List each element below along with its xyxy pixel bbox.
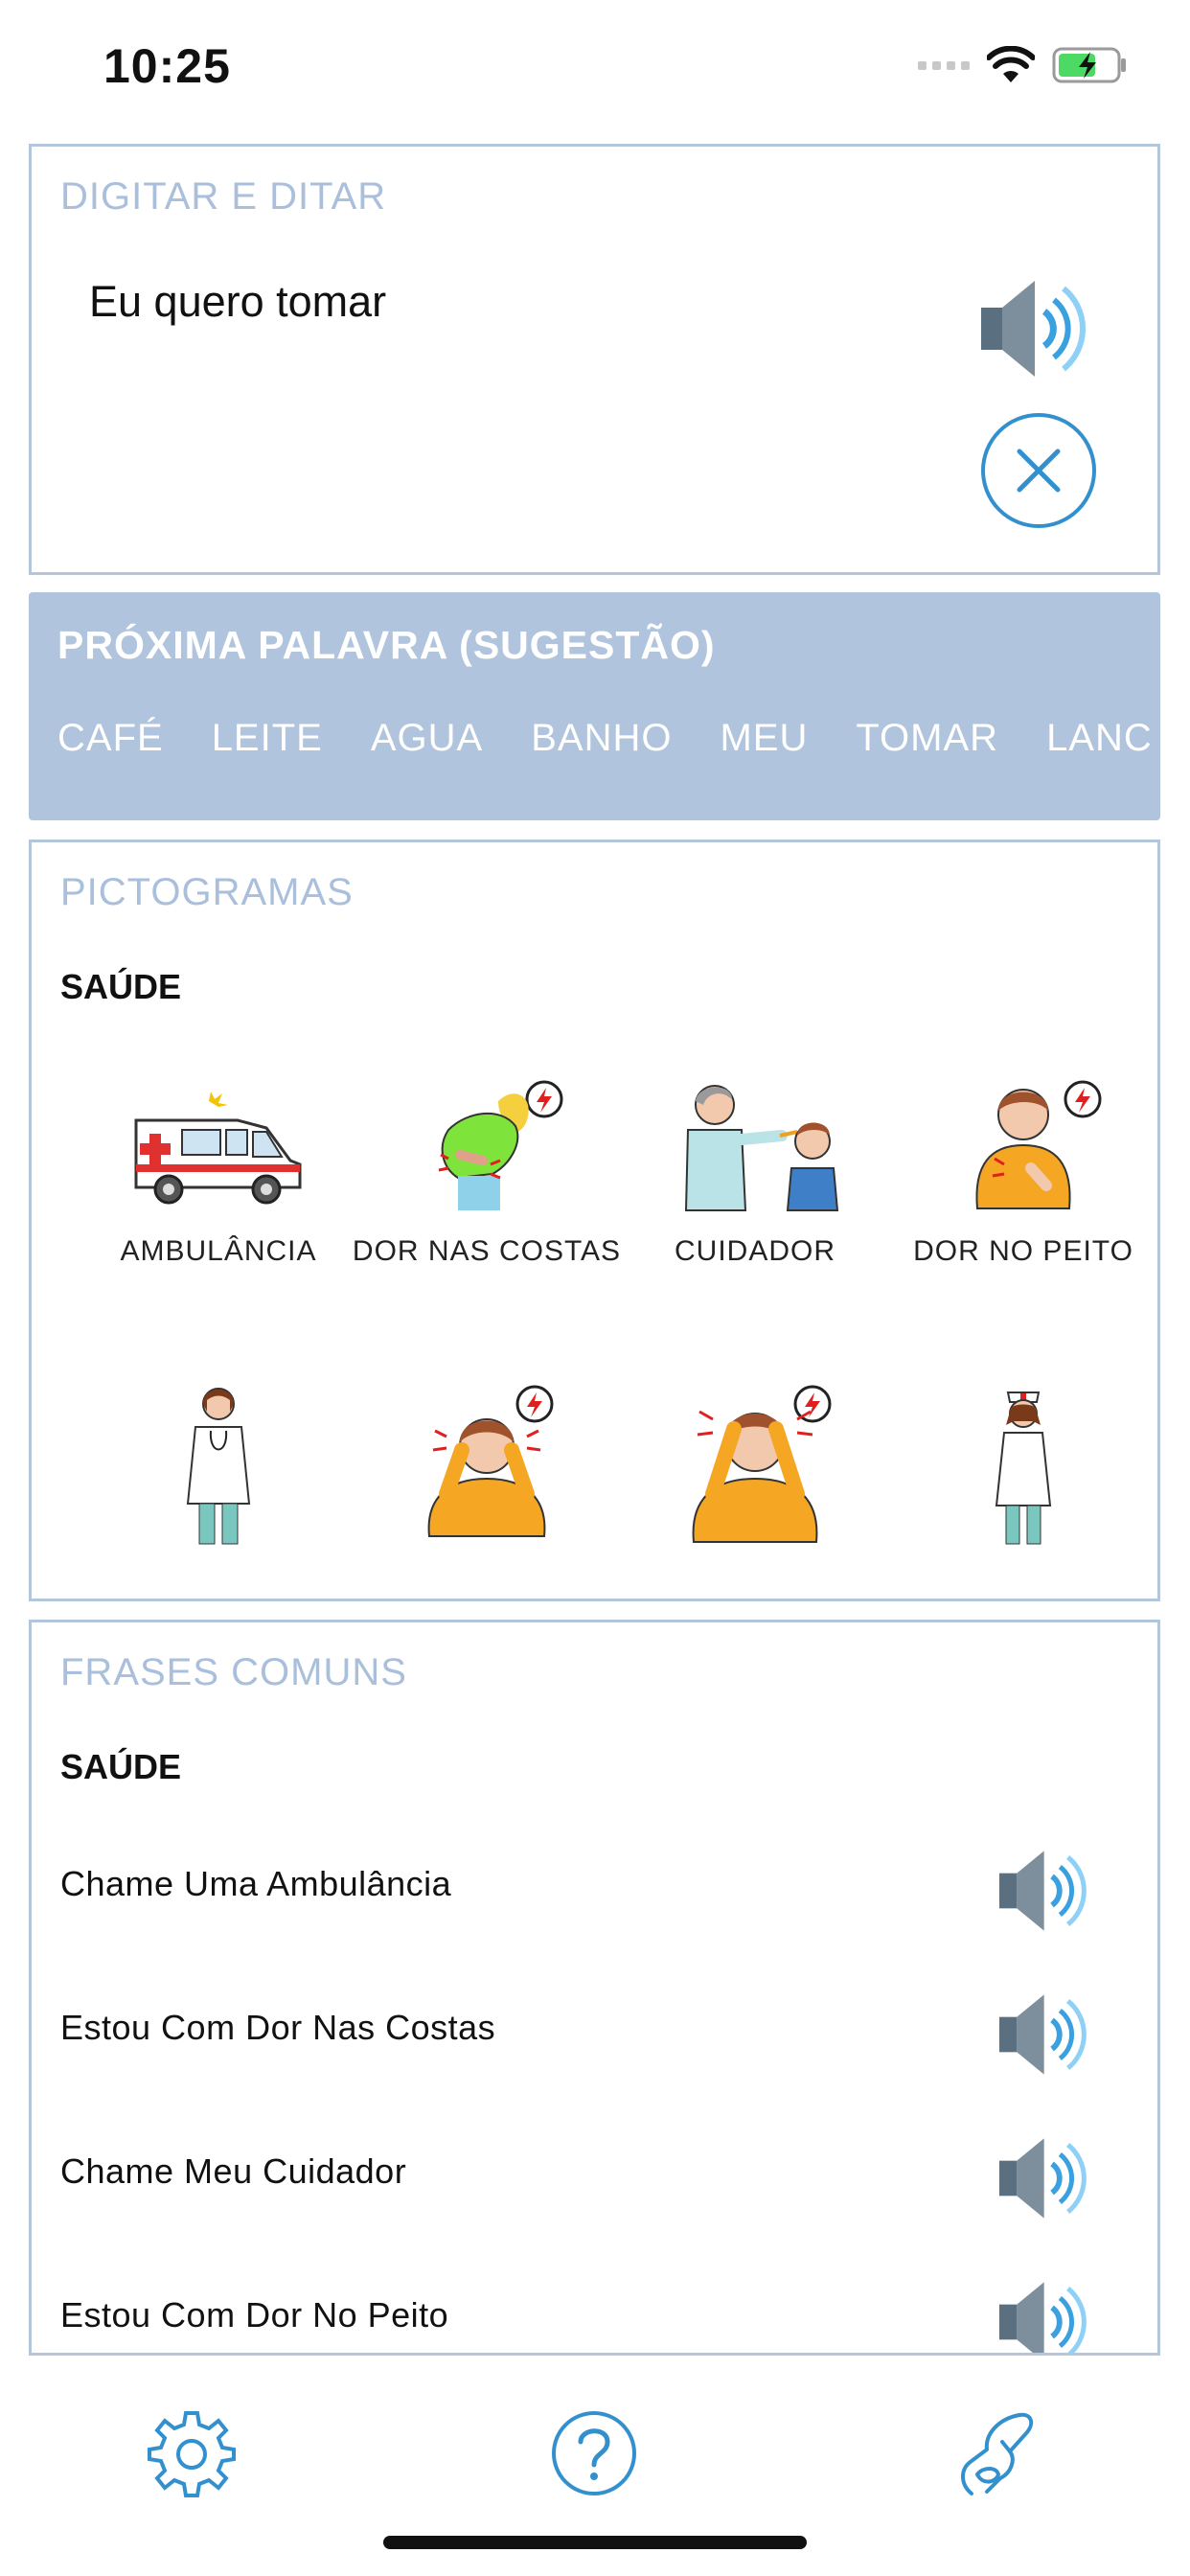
ambulance-icon (134, 1092, 302, 1205)
help-tab[interactable] (546, 2405, 642, 2501)
type-dictate-panel: DIGITAR E DITAR Eu quero tomar (29, 144, 1160, 575)
speak-text-button[interactable] (975, 271, 1090, 391)
pictogram-label: DOR NO PEITO (913, 1235, 1133, 1267)
pictogram-nurse[interactable] (884, 1379, 1157, 1552)
speak-phrase-button[interactable] (995, 2130, 1090, 2231)
phrase-row[interactable]: Estou Com Dor Nas Costas (32, 1958, 1157, 2102)
nurse-icon (995, 1392, 1052, 1545)
battery-charging-icon (1052, 47, 1126, 83)
pictogram-back-pain[interactable]: DOR NAS COSTAS (348, 1072, 626, 1268)
suggestion-word[interactable]: LEITE (212, 717, 323, 760)
suggestion-word[interactable]: AGUA (371, 717, 483, 760)
settings-tab[interactable] (144, 2405, 240, 2501)
close-icon (1017, 448, 1061, 493)
phrase-row[interactable]: Chame Meu Cuidador (32, 2102, 1157, 2245)
speaker-icon (981, 281, 1087, 377)
speak-phrase-button[interactable] (995, 1987, 1090, 2087)
suggestion-word[interactable]: TOMAR (856, 717, 998, 760)
speak-phrase-button[interactable] (995, 2274, 1090, 2353)
bottom-tab-bar (0, 2367, 1190, 2540)
doctor-icon (186, 1388, 251, 1545)
suggestion-panel-title: PRÓXIMA PALAVRA (SUGESTÃO) (57, 623, 716, 667)
suggestion-word[interactable]: MEU (720, 717, 808, 760)
wifi-icon (987, 46, 1035, 82)
status-time: 10:25 (103, 39, 231, 93)
phrase-text: Chame Meu Cuidador (60, 2151, 407, 2191)
pictogram-headache[interactable] (616, 1379, 894, 1552)
pictograms-category-title: SAÚDE (60, 967, 182, 1006)
suggestion-word-list: CAFÉ LEITE AGUA BANHO MEU TOMAR LANC (57, 717, 1160, 760)
type-panel-title: DIGITAR E DITAR (60, 175, 387, 218)
phrase-text: Chame Uma Ambulância (60, 1864, 452, 1903)
suggestion-word[interactable]: CAFÉ (57, 717, 164, 760)
gear-icon (148, 2411, 236, 2497)
suggestion-word[interactable]: BANHO (531, 717, 672, 760)
caregiver-icon (684, 1085, 839, 1211)
typed-text-field[interactable]: Eu quero tomar (89, 277, 386, 327)
cellular-signal-icon (918, 60, 970, 70)
status-bar: 10:25 (0, 0, 1190, 134)
sign-language-tab[interactable] (949, 2405, 1044, 2501)
pictograms-panel-title: PICTOGRAMAS (60, 871, 354, 913)
phrases-category-title: SAÚDE (60, 1747, 182, 1786)
pictogram-ambulance[interactable]: AMBULÂNCIA (80, 1072, 357, 1268)
status-icons (918, 46, 1129, 84)
home-indicator (383, 2536, 807, 2549)
phrases-panel-title: FRASES COMUNS (60, 1651, 407, 1693)
phrase-row[interactable]: Estou Com Dor No Peito (32, 2245, 1157, 2353)
pictogram-ear-pain[interactable] (348, 1379, 626, 1552)
speaker-icon (999, 2282, 1087, 2353)
pictogram-doctor[interactable] (80, 1379, 357, 1552)
pictogram-caregiver[interactable]: CUIDADOR (616, 1072, 894, 1268)
phrase-row[interactable]: Chame Uma Ambulância (32, 1814, 1157, 1958)
suggestion-word[interactable]: LANC (1046, 717, 1153, 760)
speaker-icon (999, 1994, 1087, 2075)
phrase-text: Estou Com Dor No Peito (60, 2295, 449, 2334)
sign-hand-icon (961, 2412, 1034, 2496)
pictograms-panel: PICTOGRAMAS SAÚDE AMBULÂNCIA DOR NAS COS… (29, 840, 1160, 1601)
common-phrases-panel: FRASES COMUNS SAÚDE Chame Uma Ambulância… (29, 1620, 1160, 2356)
chest-pain-icon (975, 1080, 1102, 1209)
speak-phrase-button[interactable] (995, 1843, 1090, 1944)
pictogram-label: AMBULÂNCIA (120, 1235, 317, 1267)
pictogram-chest-pain[interactable]: DOR NO PEITO (884, 1072, 1157, 1268)
pictogram-label: CUIDADOR (674, 1235, 835, 1267)
help-icon (552, 2411, 636, 2496)
headache-icon (692, 1385, 832, 1543)
ear-pain-icon (427, 1385, 554, 1537)
back-pain-icon (438, 1080, 563, 1210)
pictogram-label: DOR NAS COSTAS (352, 1235, 622, 1267)
speaker-icon (999, 1851, 1087, 1931)
next-word-suggestion-panel: PRÓXIMA PALAVRA (SUGESTÃO) CAFÉ LEITE AG… (29, 592, 1160, 820)
speaker-icon (999, 2138, 1087, 2219)
phrase-text: Estou Com Dor Nas Costas (60, 2008, 496, 2047)
clear-text-button[interactable] (981, 413, 1096, 528)
